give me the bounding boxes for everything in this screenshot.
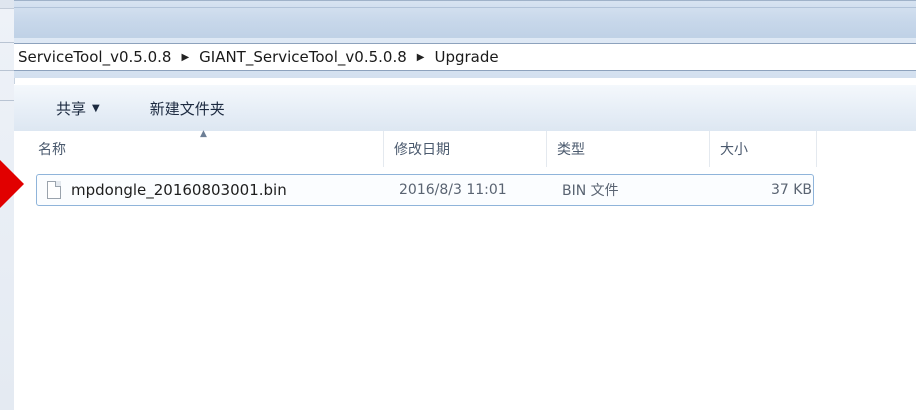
window-title-bar[interactable] bbox=[14, 0, 916, 39]
file-icon bbox=[47, 181, 61, 199]
file-name: mpdongle_20160803001.bin bbox=[71, 181, 287, 199]
file-type: BIN 文件 bbox=[562, 183, 619, 199]
breadcrumb-separator-icon[interactable]: ▶ bbox=[411, 52, 431, 63]
dropdown-caret-icon: ▼ bbox=[92, 102, 100, 114]
file-row[interactable]: mpdongle_20160803001.bin 2016/8/3 11:01 … bbox=[36, 174, 814, 206]
share-label: 共享 bbox=[56, 99, 87, 118]
command-toolbar: 共享 ▼ 新建文件夹 bbox=[14, 84, 916, 132]
address-bar[interactable]: ServiceTool_v0.5.0.8 ▶ GIANT_ServiceTool… bbox=[14, 43, 916, 71]
column-header-type-label: 类型 bbox=[557, 142, 585, 158]
file-size: 37 KB bbox=[770, 182, 812, 198]
divider bbox=[0, 100, 14, 101]
column-header-size[interactable]: 大小 bbox=[710, 131, 817, 167]
new-folder-button[interactable]: 新建文件夹 bbox=[140, 94, 235, 123]
breadcrumb-servicetool[interactable]: ServiceTool_v0.5.0.8 bbox=[14, 48, 175, 66]
breadcrumb-separator-icon[interactable]: ▶ bbox=[175, 52, 195, 63]
column-header-size-label: 大小 bbox=[720, 142, 748, 158]
column-header-name-label: 名称 bbox=[38, 142, 66, 158]
address-bar-area: ServiceTool_v0.5.0.8 ▶ GIANT_ServiceTool… bbox=[14, 38, 916, 78]
title-bar-sheen bbox=[14, 7, 916, 8]
column-header-name[interactable]: ▲ 名称 bbox=[14, 129, 384, 167]
column-header-date-modified[interactable]: 修改日期 bbox=[384, 131, 547, 167]
column-header-date-label: 修改日期 bbox=[394, 142, 450, 158]
column-header-type[interactable]: 类型 bbox=[547, 131, 710, 167]
adjacent-window-titlebar bbox=[0, 0, 14, 9]
file-list: ▲ 名称 修改日期 类型 大小 mpdongle_20160803001.bin… bbox=[14, 129, 916, 410]
divider bbox=[0, 42, 14, 43]
sort-ascending-icon: ▲ bbox=[200, 129, 207, 139]
new-folder-label: 新建文件夹 bbox=[149, 99, 225, 118]
file-date-modified: 2016/8/3 11:01 bbox=[399, 182, 507, 198]
share-button[interactable]: 共享 ▼ bbox=[46, 94, 110, 123]
red-arrow-marker bbox=[0, 160, 24, 208]
divider bbox=[0, 70, 14, 71]
breadcrumb-upgrade[interactable]: Upgrade bbox=[430, 48, 502, 66]
breadcrumb-giant-servicetool[interactable]: GIANT_ServiceTool_v0.5.0.8 bbox=[195, 48, 411, 66]
column-header-row: ▲ 名称 修改日期 类型 大小 bbox=[14, 129, 916, 167]
